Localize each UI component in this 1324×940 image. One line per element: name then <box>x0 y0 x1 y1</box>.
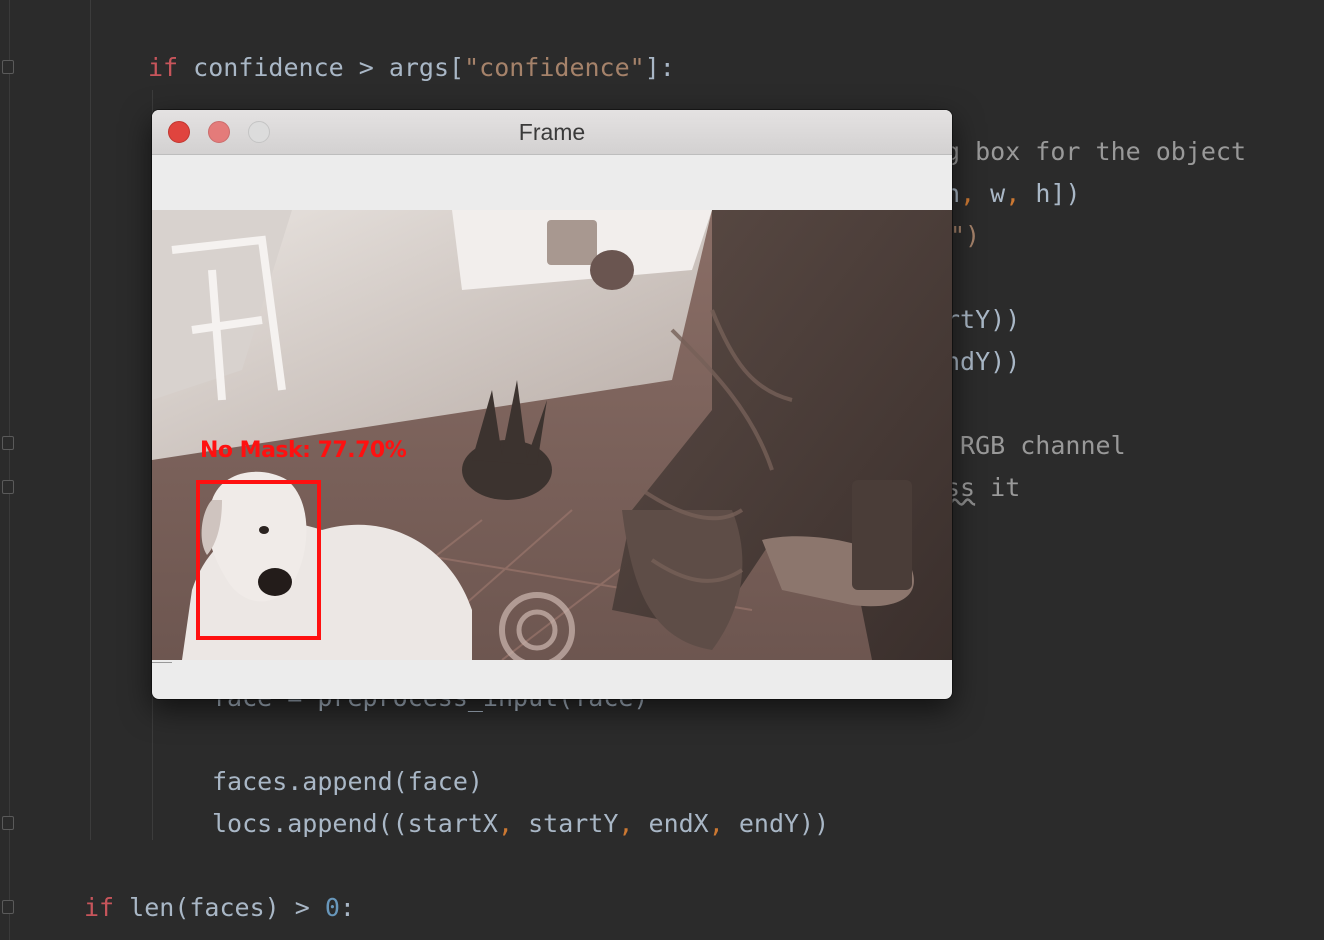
code-token: , <box>1005 179 1021 208</box>
code-token: w <box>975 179 1006 208</box>
code-token: "confidence" <box>464 53 645 82</box>
code-token: ndY)) <box>945 347 1021 376</box>
code-token: , <box>960 179 976 208</box>
code-line[interactable]: ss it <box>945 472 1020 504</box>
code-line[interactable]: RGB channel <box>945 430 1126 462</box>
code-line[interactable]: g box for the object <box>945 136 1246 168</box>
code-token: endY)) <box>723 809 830 838</box>
code-token: locs.append((startX <box>212 809 498 838</box>
code-token: RGB channel <box>945 431 1126 460</box>
code-token: faces.append(face) <box>212 767 483 796</box>
code-token: ]: <box>644 53 675 82</box>
code-token: it <box>975 473 1021 502</box>
code-token: , <box>497 809 514 838</box>
indent-guide <box>90 0 91 840</box>
code-token: ") <box>950 221 981 250</box>
code-token: , <box>618 809 634 838</box>
code-line[interactable]: h, w, h]) <box>945 178 1081 210</box>
camera-frame-image <box>152 210 952 660</box>
code-token: if <box>84 893 115 922</box>
gutter-line <box>9 0 10 940</box>
code-token: endX <box>633 809 709 838</box>
detection-label: No Mask: 77.70% <box>200 438 407 463</box>
code-line[interactable]: locs.append((startX, startY, endX, endY)… <box>212 808 829 840</box>
window-title: Frame <box>518 119 586 145</box>
code-line[interactable]: faces.append(face) <box>212 766 483 798</box>
fold-marker-icon[interactable] <box>2 436 14 450</box>
frame-window[interactable]: Frame No Mask: 77.70% <box>152 110 952 699</box>
window-titlebar[interactable]: Frame <box>152 110 952 155</box>
camera-frame: No Mask: 77.70% <box>152 210 952 660</box>
code-token: rtY)) <box>945 305 1021 334</box>
code-token: confidence > args[ <box>178 53 465 82</box>
code-token: 0 <box>324 893 340 922</box>
code-line[interactable]: ndY)) <box>945 346 1020 378</box>
code-token: , <box>708 809 724 838</box>
code-line[interactable]: if len(faces) > 0: <box>84 892 355 924</box>
code-token: g box for the object <box>945 137 1247 166</box>
code-line[interactable]: rtY)) <box>945 304 1020 336</box>
code-token: h]) <box>1020 179 1081 208</box>
fold-marker-icon[interactable] <box>2 900 14 914</box>
fold-marker-icon[interactable] <box>2 816 14 830</box>
window-bottom-tick <box>152 662 172 663</box>
code-line[interactable]: if confidence > args["confidence"]: <box>148 52 675 84</box>
code-token: startY <box>513 809 619 838</box>
fold-marker-icon[interactable] <box>2 60 14 74</box>
code-token: : <box>339 893 355 922</box>
code-line[interactable]: ") <box>950 220 980 252</box>
code-token: len(faces) > <box>114 893 325 922</box>
editor-gutter <box>0 0 24 940</box>
fold-marker-icon[interactable] <box>2 480 14 494</box>
code-token: if <box>148 53 179 82</box>
